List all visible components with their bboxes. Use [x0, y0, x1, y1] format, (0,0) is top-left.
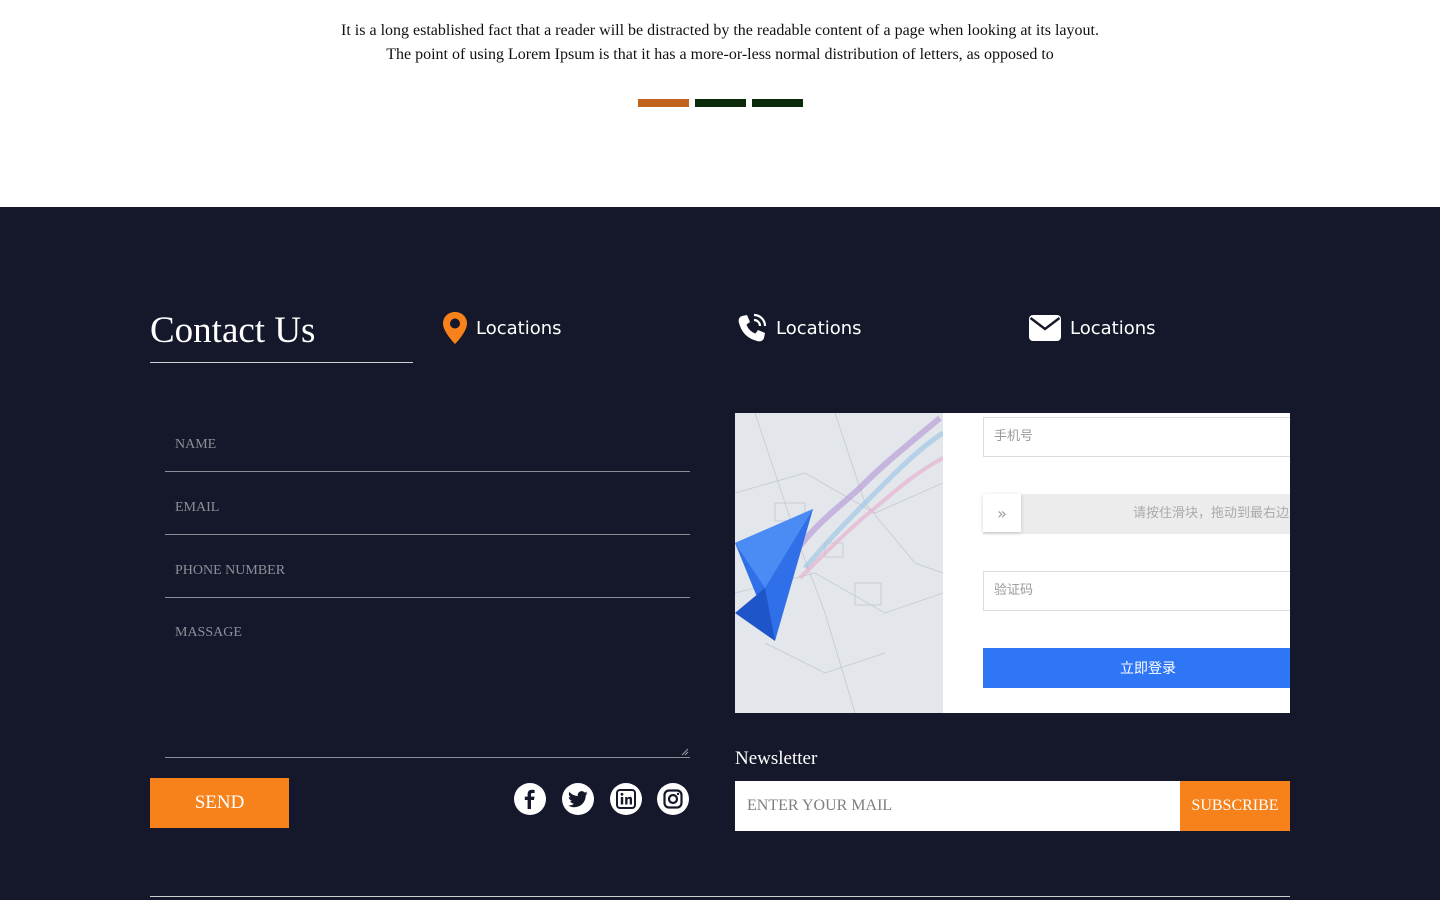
message-textarea[interactable] [165, 613, 690, 756]
footer: Contact Us Locations Locations Locations [0, 207, 1440, 900]
captcha-phone-input[interactable]: 手机号 [983, 417, 1290, 457]
twitter-icon [568, 790, 588, 807]
contact-title-underline [150, 362, 413, 363]
facebook-icon [524, 789, 535, 809]
paper-plane-illustration [735, 413, 945, 713]
contact-title: Contact Us [150, 310, 316, 351]
newsletter-title: Newsletter [735, 748, 818, 769]
captcha-background-image [735, 413, 945, 713]
facebook-link[interactable] [514, 783, 546, 815]
phone-input[interactable] [165, 545, 690, 597]
intro-text: It is a long established fact that a rea… [0, 19, 1440, 67]
linkedin-link[interactable] [610, 783, 642, 815]
captcha-slider-track[interactable]: » 请按住滑块，拖动到最右边 [983, 494, 1290, 534]
footer-divider [150, 896, 1290, 897]
intro-line-1: It is a long established fact that a rea… [341, 22, 1099, 39]
location-label-phone: Locations [776, 317, 862, 339]
location-item-email[interactable]: Locations [1028, 311, 1156, 345]
login-button[interactable]: 立即登录 [983, 648, 1290, 688]
location-label-email: Locations [1070, 317, 1156, 339]
instagram-link[interactable] [657, 783, 689, 815]
location-item-phone[interactable]: Locations [735, 311, 862, 345]
email-field [165, 482, 690, 535]
location-item-address[interactable]: Locations [442, 311, 562, 345]
envelope-icon [1029, 315, 1061, 341]
slide-indicators [638, 99, 803, 107]
slider-hint-text: 请按住滑块，拖动到最右边 [1132, 506, 1289, 521]
name-field [165, 419, 690, 472]
name-input[interactable] [165, 419, 690, 471]
phone-field [165, 545, 690, 598]
instagram-icon [663, 789, 683, 809]
message-field [165, 613, 690, 758]
send-button[interactable]: SEND [150, 778, 289, 828]
slider-handle[interactable]: » [983, 494, 1021, 532]
indicator-1[interactable] [638, 99, 689, 107]
phone-icon [738, 313, 767, 341]
linkedin-icon [616, 789, 636, 809]
indicator-2[interactable] [695, 99, 746, 107]
map-pin-icon [443, 312, 467, 344]
resize-grip-icon[interactable] [681, 748, 689, 756]
subscribe-button[interactable]: SUBSCRIBE [1180, 781, 1290, 831]
login-captcha-panel: 手机号 » 请按住滑块，拖动到最右边 验证码 立即登录 [735, 413, 1290, 713]
intro-line-2: The point of using Lorem Ipsum is that i… [386, 46, 1054, 63]
captcha-code-input[interactable]: 验证码 [983, 571, 1290, 611]
twitter-link[interactable] [562, 783, 594, 815]
intro-section: It is a long established fact that a rea… [0, 0, 1440, 207]
location-label-address: Locations [476, 317, 562, 339]
double-chevron-right-icon: » [997, 503, 1007, 523]
newsletter-email-input[interactable] [735, 781, 1180, 831]
email-input[interactable] [165, 482, 690, 534]
indicator-3[interactable] [752, 99, 803, 107]
